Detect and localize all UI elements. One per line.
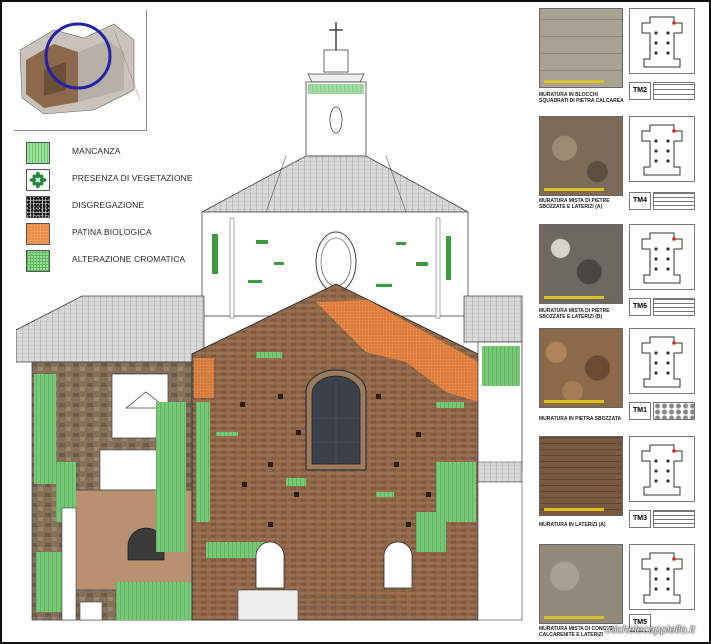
masonry-photo [539,224,623,304]
masonry-photo [539,328,623,408]
plan-column [666,587,670,591]
plan-thumbnail [629,116,695,182]
plan-column [666,371,670,375]
plan-column [666,351,670,355]
plan-column [654,139,658,143]
location-marker [672,129,676,133]
plan-column [666,257,670,261]
masonry-pattern-swatch [653,298,695,316]
plan-column [666,159,670,163]
plan-column [666,459,670,463]
plan-column [654,41,658,45]
plan-column [666,31,670,35]
masonry-caption: MURATURA MISTA DI PIETRE SBOZZATE E LATE… [539,198,610,210]
plan-column [654,159,658,163]
plan-column [654,267,658,271]
church-facade-elevation [16,22,523,621]
floor-plan-icon [641,232,683,284]
location-marker [672,341,676,345]
plan-column [654,577,658,581]
plan-column [654,371,658,375]
plan-thumbnail [629,436,695,502]
masonry-code: TM1 [629,402,651,420]
watermark-text: michelecappiello.it [605,624,695,636]
masonry-photo [539,8,623,88]
plan-column [654,469,658,473]
plan-column [666,361,670,365]
plan-column [654,149,658,153]
plan-column [666,247,670,251]
plan-column [666,267,670,271]
plan-column [654,51,658,55]
plan-column [654,587,658,591]
masonry-caption: MURATURA MISTA DI PIETRE SBOZZATE E LATE… [539,308,610,320]
drawing-sheet: MANCANZA PRESENZA DI VEGETAZIONE DISGREG… [0,0,711,644]
location-marker [672,21,676,25]
masonry-pattern-swatch [653,82,695,100]
masonry-code: TM6 [629,298,651,316]
plan-column [654,247,658,251]
masonry-pattern-swatch [653,402,695,420]
masonry-caption: MURATURA IN BLOCCHI SQUADRATI DI PIETRA … [539,92,624,104]
plan-thumbnail [629,544,695,610]
plan-thumbnail [629,8,695,74]
location-marker [672,237,676,241]
masonry-photo [539,544,623,624]
plan-column [666,51,670,55]
location-marker [672,449,676,453]
plan-column [666,567,670,571]
plan-column [654,351,658,355]
plan-column [654,459,658,463]
location-marker [672,557,676,561]
plan-column [654,479,658,483]
masonry-photo [539,116,623,196]
plan-column [666,139,670,143]
plan-thumbnail [629,328,695,394]
plan-column [654,257,658,261]
plan-column [654,361,658,365]
masonry-pattern-swatch [653,192,695,210]
masonry-photo [539,436,623,516]
masonry-code: TM4 [629,192,651,210]
masonry-code: TM3 [629,510,651,528]
plan-column [654,31,658,35]
masonry-code: TM2 [629,82,651,100]
floor-plan-icon [641,552,683,604]
floor-plan-icon [641,124,683,176]
plan-column [666,149,670,153]
floor-plan-icon [641,444,683,496]
plan-column [666,577,670,581]
floor-plan-icon [641,336,683,388]
masonry-pattern-swatch [653,510,695,528]
plan-column [666,469,670,473]
plan-column [666,41,670,45]
plan-thumbnail [629,224,695,290]
floor-plan-icon [641,16,683,68]
masonry-caption: MURATURA IN LATERIZI (A) [539,522,606,528]
plan-column [654,567,658,571]
plan-column [666,479,670,483]
masonry-caption: MURATURA IN PIETRA SBOZZATA [539,416,622,422]
